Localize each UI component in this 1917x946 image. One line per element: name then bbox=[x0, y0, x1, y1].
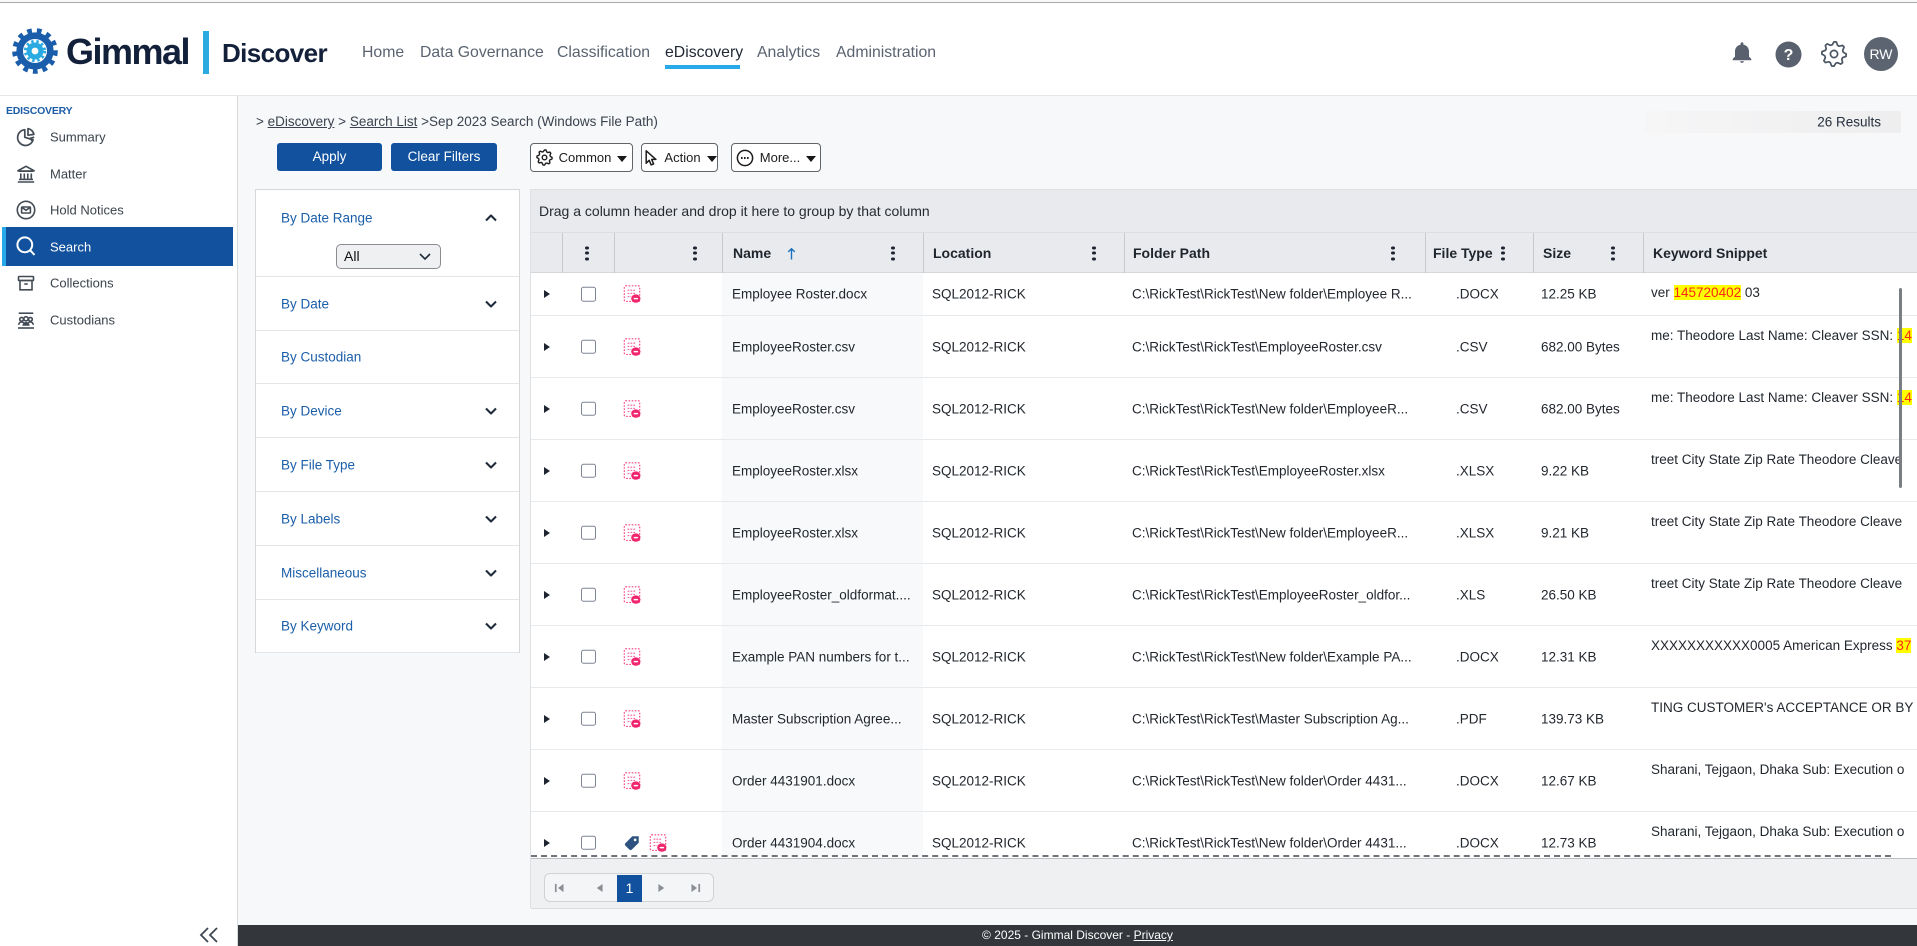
svg-text:?: ? bbox=[1784, 47, 1794, 64]
